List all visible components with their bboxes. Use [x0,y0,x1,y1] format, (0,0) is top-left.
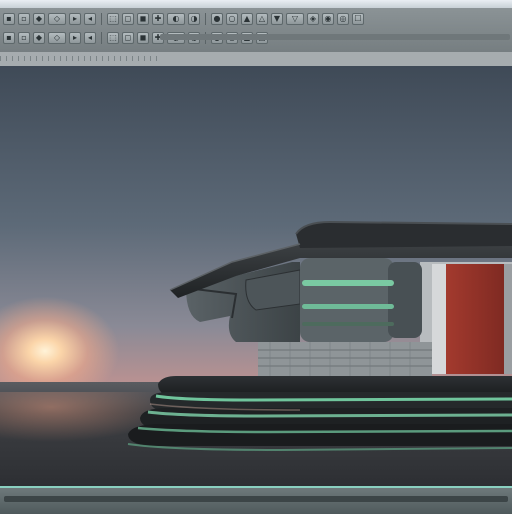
spline-icon[interactable]: ◂ [84,32,96,44]
3d-viewport[interactable] [0,66,512,486]
save-icon[interactable]: ◆ [33,13,45,25]
material-icon[interactable]: ○ [226,13,238,25]
ruler [0,56,160,61]
cylinder-icon[interactable]: ◆ [33,32,45,44]
link-icon[interactable]: ◻ [122,32,134,44]
file-icon[interactable]: ▪ [3,13,15,25]
status-bar [0,486,512,514]
rotate-icon[interactable]: ◻ [122,13,134,25]
grid-icon[interactable]: ▽ [286,13,304,25]
timeline-slider[interactable] [4,496,508,502]
tiered-platform [127,376,512,452]
camera-icon[interactable]: ◑ [188,13,200,25]
render-icon[interactable]: ◐ [167,13,185,25]
back-wall [420,262,512,374]
group-icon[interactable]: ◼ [137,32,149,44]
plane-icon[interactable]: ◇ [48,32,66,44]
sphere-icon[interactable]: ▫ [18,32,30,44]
main-toolbar: ▪▫◆◇▸◂ ⬚◻◼✚◐◑ ●○▲△▼▽◈◉◎☐ ▪▫◆◇▸◂ ⬚◻◼✚◐◑ ●○▲△ [0,8,512,54]
redo-icon[interactable]: ▸ [69,13,81,25]
layers-icon[interactable]: ▲ [241,13,253,25]
undo-icon[interactable]: ◇ [48,13,66,25]
select-icon[interactable]: ◂ [84,13,96,25]
building-model[interactable] [0,66,512,486]
toolbar-separator [101,32,102,44]
toolbar-row-1: ▪ ▫ ◆ ◇ ▸ ◂ ⬚ ◻ ◼ ✚ ◐ ◑ ● ○ ▲ △ ▼ ▽ ◈ ◉ ◎ ☐ [0,11,364,27]
scale-icon[interactable]: ◼ [137,13,149,25]
text-icon[interactable]: ▸ [69,32,81,44]
3d-editor-window: ▪▫◆◇▸◂ ⬚◻◼✚◐◑ ●○▲△▼▽◈◉◎☐ ▪▫◆◇▸◂ ⬚◻◼✚◐◑ ●○▲△ [0,0,512,514]
modifier-icon[interactable]: ⬚ [107,32,119,44]
pan-icon[interactable]: ◎ [337,13,349,25]
settings-icon[interactable]: △ [256,13,268,25]
toolbar-separator [205,13,206,25]
viewport-header [0,52,512,67]
orbit-icon[interactable]: ☐ [352,13,364,25]
toolbar-status-area [160,34,510,40]
snap-icon[interactable]: ✚ [152,13,164,25]
help-icon[interactable]: ▼ [271,13,283,25]
stone-base [258,342,432,376]
zoom-icon[interactable]: ◉ [322,13,334,25]
view-icon[interactable]: ◈ [307,13,319,25]
toolbar-separator [101,13,102,25]
move-icon[interactable]: ⬚ [107,13,119,25]
open-icon[interactable]: ▫ [18,13,30,25]
box-icon[interactable]: ▪ [3,32,15,44]
light-icon[interactable]: ● [211,13,223,25]
